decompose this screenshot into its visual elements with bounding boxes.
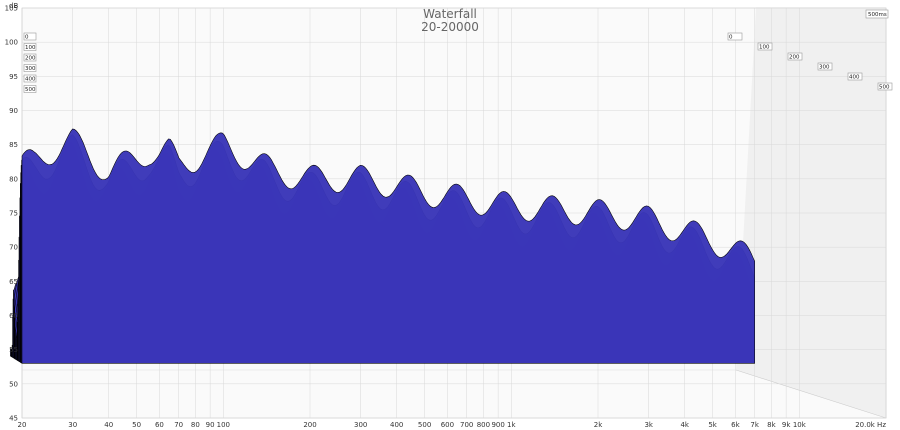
y-tick-label: 55 [9,346,18,354]
svg-text:100: 100 [25,45,36,51]
time-tick: 400 [847,72,863,81]
svg-text:200: 200 [25,56,36,62]
x-tick-label: 1k [507,421,516,429]
x-tick-label: 100 [217,421,230,429]
chart-subtitle: 20-20000 [421,20,479,34]
svg-text:500ms: 500ms [868,12,887,18]
x-tick-label: 700 [460,421,473,429]
svg-text:400: 400 [25,77,36,83]
y-tick-label: 85 [9,141,18,149]
x-tick-label: 3k [644,421,653,429]
x-tick-label: 40 [104,421,113,429]
time-tick: 100 [757,42,773,51]
time-tick-left: 300 [23,64,37,72]
y-tick-label: 75 [9,210,18,218]
x-tick-label: 500 [418,421,431,429]
x-tick-label: 20 [18,421,27,429]
svg-text:500: 500 [879,85,890,91]
x-tick-label: 900 [491,421,504,429]
time-tick: 200 [787,52,803,61]
y-tick-label: 90 [9,107,18,115]
svg-text:0: 0 [25,35,29,41]
svg-text:100: 100 [759,45,770,51]
time-tick: 500 [877,82,893,91]
x-tick-label: 2k [594,421,603,429]
waterfall-chart: 0 0 100 100 200 200 300 300 400 400 500 500 500ms 10… [5,2,893,429]
time-tick-left: 100 [23,43,37,51]
y-tick-label: 80 [9,175,18,183]
y-tick-label: 100 [5,39,18,47]
y-tick-label: 95 [9,73,18,81]
time-tick-left: 500 [23,85,37,93]
x-tick-label: 600 [441,421,454,429]
x-tick-label: 60 [155,421,164,429]
x-tick-label: 400 [390,421,403,429]
x-tick-label: 90 [206,421,215,429]
x-tick-label: 9k [782,421,791,429]
x-axis-ticks: 20 30 40 50 60 70 80 90 100 200 300 400 500 600 700 800… [18,421,887,429]
x-tick-label: 5k [708,421,717,429]
svg-text:0: 0 [729,35,733,41]
x-tick-label: 200 [303,421,316,429]
time-tick: 300 [817,62,833,71]
svg-text:300: 300 [25,66,36,72]
x-tick-label: 7k [750,421,759,429]
x-tick-label: 50 [132,421,141,429]
svg-text:500: 500 [25,87,36,93]
y-tick-label: 60 [9,312,18,320]
y-tick-label: 65 [9,278,18,286]
y-tick-label: 70 [9,244,18,252]
x-tick-label: 8k [767,421,776,429]
x-tick-label: 800 [477,421,490,429]
time-tick: 0 [727,32,743,41]
chart-title: Waterfall [423,7,477,21]
x-tick-label: 80 [191,421,200,429]
svg-text:300: 300 [819,65,830,71]
x-tick-label: 20.0k Hz [855,421,886,429]
time-tick-left: 200 [23,53,37,62]
time-axis-end: 500ms [865,9,889,19]
x-tick-label: 70 [174,421,183,429]
svg-text:200: 200 [789,55,800,61]
y-axis-label: dB [9,2,18,10]
time-tick-left: 400 [23,74,37,83]
x-tick-label: 10k [793,421,807,429]
x-tick-label: 300 [354,421,367,429]
x-tick-label: 6k [731,421,740,429]
x-tick-label: 30 [68,421,77,429]
svg-text:400: 400 [849,75,860,81]
y-tick-label: 50 [9,380,18,388]
x-tick-label: 4k [680,421,689,429]
time-tick-left: 0 [23,32,37,41]
